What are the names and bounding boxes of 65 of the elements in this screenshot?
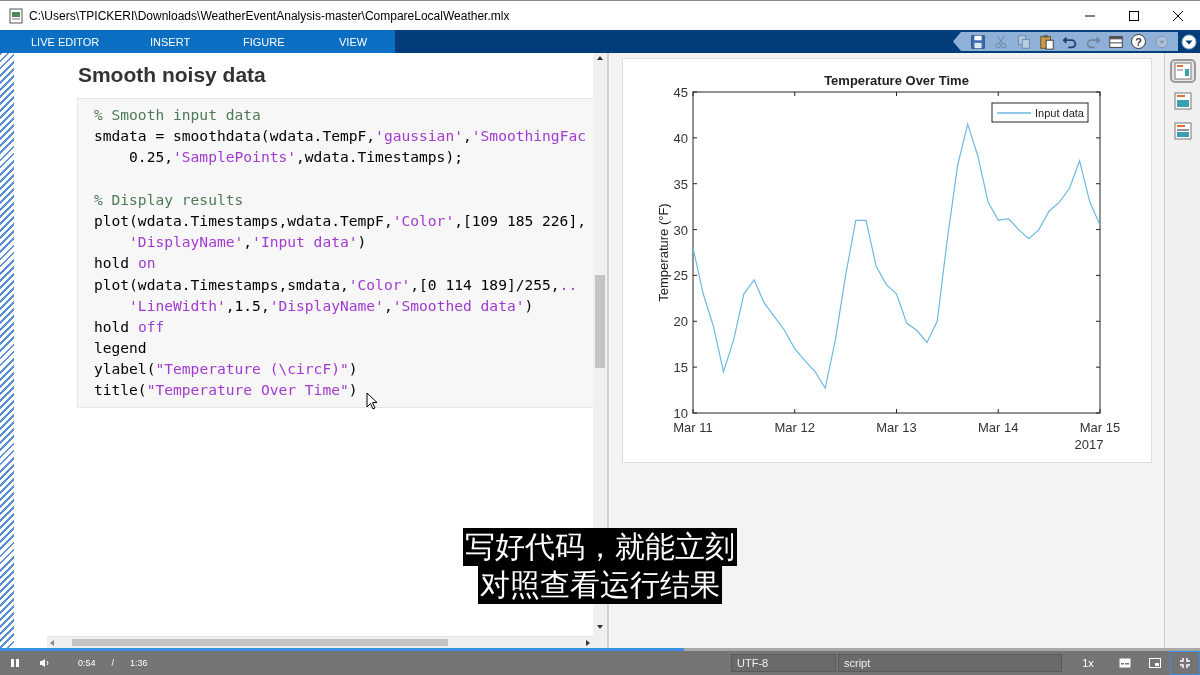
code-line: 0.25,'SamplePoints',wdata.Timestamps); [128,147,464,168]
code-line: ylabel("Temperature (\circF)") [93,359,359,380]
x-tick-label: Mar 13 [876,420,917,435]
code-line: legend [93,338,148,359]
x-tick-label: Mar 12 [774,420,816,435]
document-icon [9,7,23,24]
year-label: 2017 [1074,437,1104,452]
y-tick-label: 15 [673,360,689,376]
current-time: 0:54 [78,658,96,668]
dropdown-icon [1153,33,1170,50]
pause-icon [10,658,20,668]
y-tick-label: 25 [673,268,689,284]
playback-speed-button[interactable]: 1x [1066,657,1110,669]
scrollbar-thumb[interactable] [595,275,606,368]
code-line: title("Temperature Over Time") [93,380,359,401]
code-line: % Display results [93,189,245,210]
code-line: plot(wdata.Timestamps,wdata.TempF,'Color',[109 185 226], [93,210,587,231]
output-inline-icon [1172,61,1193,81]
fullscreen-exit-icon [1179,657,1191,669]
code-line: 'LineWidth',1.5,'DisplayName','Smoothed data') [128,295,535,316]
duration-time: 1:36 [130,658,148,668]
code-line: hold off [93,316,166,337]
encoding-field: UTF-8 [731,654,836,672]
close-icon [1171,9,1185,22]
scrollbar-thumb[interactable] [71,639,448,646]
view-mode-button[interactable] [1169,59,1196,83]
clipboard-icon [1038,33,1055,50]
maximize-icon [1127,9,1141,22]
legend-label: Input data [1035,107,1084,119]
hide-code-icon [1172,121,1193,141]
code-line: % Smooth input data [93,105,262,125]
file-type-field: script [838,654,1062,672]
y-tick-label: 45 [673,85,689,100]
speaker-icon [39,658,51,668]
y-tick-label: 30 [673,222,689,238]
section-heading: Smooth noisy data [77,63,267,88]
scissors-icon [992,33,1009,50]
window-layout-icon [1107,33,1124,50]
chart-title: Temperature Over Time [824,73,969,88]
y-tick-label: 20 [673,314,689,330]
y-axis-label: Temperature (°F) [656,203,672,302]
copy-icon [1015,33,1032,50]
fullscreen-button[interactable] [1170,651,1200,675]
ribbon-tab[interactable]: VIEW [329,30,389,53]
save-icon [969,33,986,50]
horizontal-scrollbar[interactable] [46,636,594,648]
output-right-icon [1172,91,1193,111]
code-line: smdata = smoothdata(wdata.TempF,'gaussian','SmoothingFac [93,126,587,147]
x-tick-label: Mar 15 [1079,420,1121,435]
ribbon-tab[interactable]: LIVE EDITOR [21,30,140,53]
y-tick-label: 10 [673,406,689,421]
picture-in-picture-icon [1149,658,1161,668]
captions-icon [1119,658,1131,668]
window-title: C:\Users\TPICKERI\Downloads\WeatherEventAnalysis-master\CompareLocalWeather.mlx [29,8,511,23]
code-line: hold on [93,253,157,274]
code-line: 'DisplayName','Input data') [128,232,368,253]
y-tick-label: 35 [673,176,689,192]
chevron-down-icon [1181,33,1197,50]
x-tick-label: Mar 14 [978,420,1019,435]
ribbon-tab[interactable]: INSERT [140,30,233,53]
y-tick-label: 40 [673,130,689,146]
x-tick-label: Mar 11 [673,420,713,435]
code-line: plot(wdata.Timestamps,smdata,'Color',[0 114 189]/255,.. [93,274,579,295]
ribbon-tab[interactable]: FIGURE [233,30,329,53]
time-separator: / [111,658,115,668]
